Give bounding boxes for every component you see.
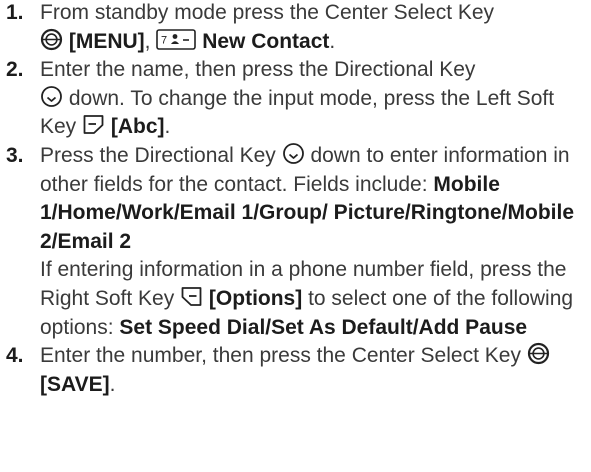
center-select-key-icon: [527, 342, 550, 365]
phone-field-options-list: Set Speed Dial/Set As Default/Add Pause: [119, 315, 528, 339]
manual-page: { "steps": [ { "number": "1.", "parts": …: [0, 0, 591, 472]
step-number: 3.: [6, 143, 24, 167]
svg-text:7: 7: [161, 34, 167, 46]
step-text: Enter the number, then press the Center …: [40, 344, 527, 368]
step-text: Enter the name, then press the Direction…: [40, 58, 476, 82]
directional-key-icon: [40, 85, 63, 108]
options-key-label: [Options]: [208, 286, 303, 310]
instruction-steps: 1. From standby mode press the Center Sel…: [6, 0, 591, 399]
step-1: 1. From standby mode press the Center Sel…: [6, 0, 591, 56]
menu-key-label: [MENU]: [68, 29, 145, 53]
contacts-key-icon: 7: [156, 28, 197, 51]
step-number: 4.: [6, 344, 24, 368]
step-4: 4. Enter the number, then press the Cente…: [6, 342, 591, 399]
center-select-key-icon: [40, 28, 63, 51]
step-2: 2. Enter the name, then press the Directi…: [6, 56, 591, 142]
step-number: 2.: [6, 58, 24, 82]
step-text: ,: [144, 29, 157, 53]
directional-key-icon: [282, 142, 305, 165]
step-number: 1.: [6, 1, 24, 24]
abc-key-label: [Abc]: [110, 115, 165, 139]
step-text: .: [164, 115, 171, 139]
step-text: .: [329, 29, 336, 53]
left-soft-key-icon: [82, 113, 105, 136]
step-3: 3. Press the Directional Key down to ente…: [6, 142, 591, 342]
save-key-label: [SAVE]: [40, 372, 110, 396]
step-text: .: [109, 372, 116, 396]
step-text: Press the Directional Key: [40, 143, 282, 167]
step-text: From standby mode press the Center Selec…: [40, 1, 495, 24]
new-contact-option: New Contact: [202, 29, 330, 53]
right-soft-key-icon: [180, 285, 203, 308]
